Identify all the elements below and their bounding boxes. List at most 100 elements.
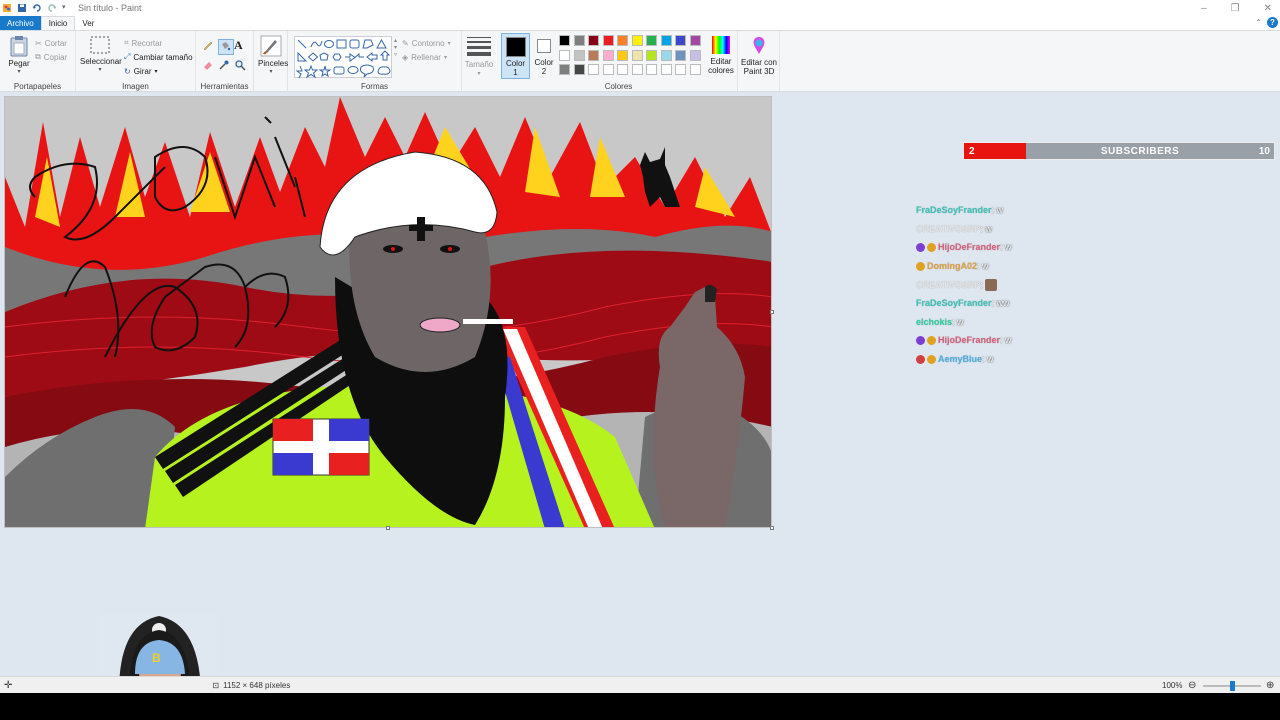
- palette-swatch[interactable]: [631, 49, 643, 61]
- resize-button[interactable]: ⤢ Cambiar tamaño: [124, 50, 193, 64]
- edit-colors-button[interactable]: Editar colores: [705, 35, 737, 75]
- chat-message: elchokis : w: [916, 313, 1116, 332]
- brushes-button[interactable]: Pinceles ▾: [258, 35, 288, 75]
- palette-swatch[interactable]: [559, 64, 570, 75]
- canvas-resize-handle-corner[interactable]: [770, 526, 774, 530]
- outline-dropdown-icon: ▾: [447, 40, 451, 47]
- fill-icon: ◈: [402, 52, 409, 62]
- palette-swatch[interactable]: [602, 49, 614, 61]
- chat-badge-icon: [916, 242, 925, 252]
- save-icon[interactable]: [17, 3, 27, 13]
- palette-swatch[interactable]: [602, 35, 614, 46]
- palette-swatch[interactable]: [588, 35, 599, 46]
- chat-username: CREATIVOSRP: [916, 279, 981, 290]
- palette-swatch[interactable]: [675, 35, 686, 46]
- undo-icon[interactable]: [32, 3, 42, 13]
- palette-swatch[interactable]: [617, 49, 628, 61]
- fill-bucket-icon[interactable]: [218, 39, 234, 55]
- palette-swatch[interactable]: [617, 35, 628, 46]
- tab-home[interactable]: Inicio: [40, 16, 76, 30]
- tab-file[interactable]: Archivo: [0, 16, 41, 30]
- palette-swatch[interactable]: [631, 64, 643, 75]
- chat-emote-icon: [984, 278, 997, 291]
- clipboard-group: Pegar ▾ ✂ Cortar ⧉ Copiar Portapapeles: [0, 31, 76, 92]
- restore-button[interactable]: ❐: [1231, 3, 1240, 14]
- palette-swatch[interactable]: [689, 64, 701, 75]
- size-icon: [467, 37, 491, 56]
- canvas-resize-handle-right[interactable]: [770, 310, 774, 314]
- palette-swatch[interactable]: [660, 49, 672, 61]
- collapse-ribbon-icon[interactable]: ⌃: [1255, 18, 1262, 27]
- paint3d-label-2: Paint 3D: [743, 67, 775, 76]
- color1-button[interactable]: Color 1: [501, 33, 530, 79]
- close-button[interactable]: ✕: [1264, 3, 1272, 14]
- paste-button[interactable]: Pegar ▾: [6, 35, 32, 75]
- drawing-canvas[interactable]: [4, 96, 772, 528]
- copy-label: Copiar: [43, 52, 68, 62]
- shapes-scroll-icon[interactable]: ▴ ▾ ▿: [394, 37, 397, 58]
- palette-swatch[interactable]: [689, 49, 701, 61]
- pencil-icon[interactable]: [202, 39, 218, 55]
- chat-message: FraDeSoyFrander : ww: [916, 294, 1116, 313]
- palette-swatch[interactable]: [573, 35, 585, 46]
- resize-label: Cambiar tamaño: [133, 52, 193, 62]
- shapes-gallery[interactable]: [294, 36, 392, 79]
- zoom-slider-thumb[interactable]: [1230, 681, 1235, 691]
- palette-swatch[interactable]: [573, 64, 585, 75]
- copy-button[interactable]: ⧉ Copiar: [35, 50, 67, 64]
- text-icon[interactable]: A: [234, 39, 250, 55]
- paint3d-label-1: Editar con: [740, 58, 778, 67]
- eraser-icon[interactable]: [202, 59, 218, 73]
- color2-button[interactable]: Color 2: [531, 33, 557, 79]
- crop-button[interactable]: ⌗ Recortar: [124, 36, 193, 50]
- canvas-resize-handle-bottom[interactable]: [386, 526, 390, 530]
- customize-dropdown-icon[interactable]: ▾: [62, 3, 72, 13]
- outline-button[interactable]: ✎ Contorno ▾: [402, 36, 451, 50]
- image-group-label: Imagen: [122, 82, 149, 91]
- window-title: Sin título - Paint: [78, 3, 142, 13]
- chat-username: elchokis: [916, 316, 953, 327]
- palette-swatch[interactable]: [646, 35, 657, 46]
- paint3d-button[interactable]: Editar con Paint 3D: [738, 31, 780, 92]
- palette-swatch[interactable]: [602, 64, 614, 75]
- chat-badge-icon: [927, 242, 936, 252]
- palette-swatch[interactable]: [660, 35, 672, 46]
- palette-swatch[interactable]: [689, 35, 701, 46]
- minimize-button[interactable]: –: [1201, 3, 1207, 14]
- palette-swatch[interactable]: [646, 49, 657, 61]
- select-dropdown-icon: ▾: [98, 67, 102, 73]
- palette-swatch[interactable]: [588, 64, 599, 75]
- palette-swatch[interactable]: [660, 64, 672, 75]
- chat-badge-icon: [916, 354, 925, 364]
- select-button[interactable]: Seleccionar ▾: [80, 35, 122, 73]
- palette-swatch[interactable]: [646, 64, 657, 75]
- tab-view[interactable]: Ver: [75, 16, 101, 30]
- paint3d-icon: [753, 37, 765, 54]
- zoom-slider[interactable]: [1203, 681, 1261, 691]
- palette-swatch[interactable]: [588, 49, 599, 61]
- palette-swatch[interactable]: [559, 49, 570, 61]
- help-icon[interactable]: ?: [1267, 17, 1278, 28]
- size-label: Tamaño: [464, 60, 494, 69]
- color-picker-icon[interactable]: [218, 59, 234, 73]
- palette-swatch[interactable]: [573, 49, 585, 61]
- quick-access-toolbar: ▾: [0, 3, 72, 13]
- canvas-drawing: [5, 97, 771, 527]
- chat-message: FraDeSoyFrander : w: [916, 201, 1116, 220]
- palette-swatch[interactable]: [631, 35, 643, 46]
- zoom-out-button[interactable]: ⊖: [1188, 680, 1196, 691]
- palette-swatch[interactable]: [559, 35, 570, 46]
- magnifier-icon[interactable]: [234, 59, 250, 73]
- palette-swatch[interactable]: [675, 64, 686, 75]
- palette-swatch[interactable]: [617, 64, 628, 75]
- redo-icon[interactable]: [47, 3, 57, 13]
- palette-swatch[interactable]: [675, 49, 686, 61]
- colors-group: Color 1 Color 2 Editar colores Colores: [500, 31, 738, 92]
- rotate-button[interactable]: ↻ Girar ▾: [124, 64, 193, 78]
- zoom-in-button[interactable]: ⊕: [1266, 680, 1274, 691]
- fill-button[interactable]: ◈ Rellenar ▾: [402, 50, 451, 64]
- ribbon: Pegar ▾ ✂ Cortar ⧉ Copiar Portapapeles S…: [0, 30, 1280, 92]
- size-button[interactable]: Tamaño ▾: [462, 31, 496, 92]
- cut-button[interactable]: ✂ Cortar: [35, 36, 67, 50]
- chat-text: : w: [982, 354, 994, 365]
